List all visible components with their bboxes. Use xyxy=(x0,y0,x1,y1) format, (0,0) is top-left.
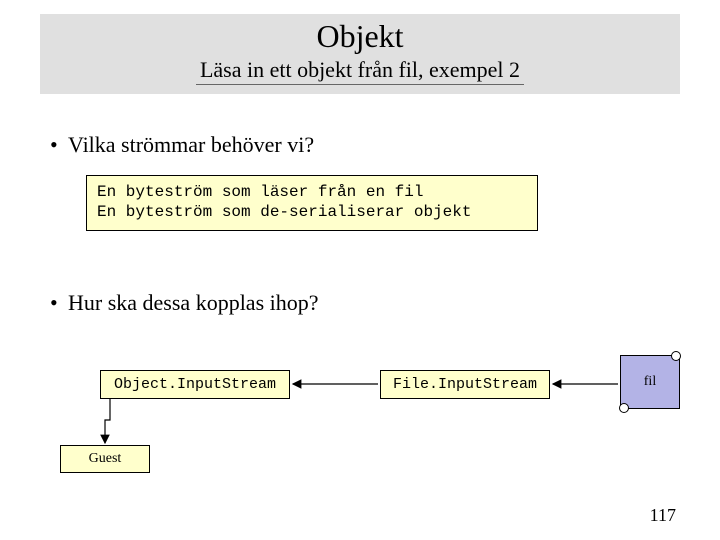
node-guest: Guest xyxy=(60,445,150,473)
node-guest-label: Guest xyxy=(61,446,149,472)
scroll-curl-icon xyxy=(671,351,681,361)
bullet-1-text: Vilka strömmar behöver vi? xyxy=(68,132,314,157)
bullet-dot-icon: • xyxy=(50,290,68,316)
page-number: 117 xyxy=(650,505,676,526)
title-sub: Läsa in ett objekt från fil, exempel 2 xyxy=(196,57,524,85)
title-band: Objekt Läsa in ett objekt från fil, exem… xyxy=(40,14,680,94)
bullet-dot-icon: • xyxy=(50,132,68,158)
node-fileinputstream: File.InputStream xyxy=(380,370,550,399)
node-file-scroll: fil xyxy=(620,355,680,409)
node-file-label: fil xyxy=(621,374,679,390)
bullet-1: •Vilka strömmar behöver vi? xyxy=(50,132,314,158)
title-main: Objekt xyxy=(40,14,680,55)
node-objectinputstream: Object.InputStream xyxy=(100,370,290,399)
code-line-2: En byteström som de-serialiserar objekt xyxy=(97,203,471,221)
code-line-1: En byteström som läser från en fil xyxy=(97,183,423,201)
slide: Objekt Läsa in ett objekt från fil, exem… xyxy=(0,0,720,540)
bullet-2-text: Hur ska dessa kopplas ihop? xyxy=(68,290,319,315)
node-objectinputstream-label: Object.InputStream xyxy=(101,371,289,398)
code-box: En byteström som läser från en fil En by… xyxy=(86,175,538,231)
scroll-curl-icon xyxy=(619,403,629,413)
node-fileinputstream-label: File.InputStream xyxy=(381,371,549,398)
bullet-2: •Hur ska dessa kopplas ihop? xyxy=(50,290,319,316)
flow-diagram: Object.InputStream File.InputStream fil … xyxy=(0,350,720,470)
